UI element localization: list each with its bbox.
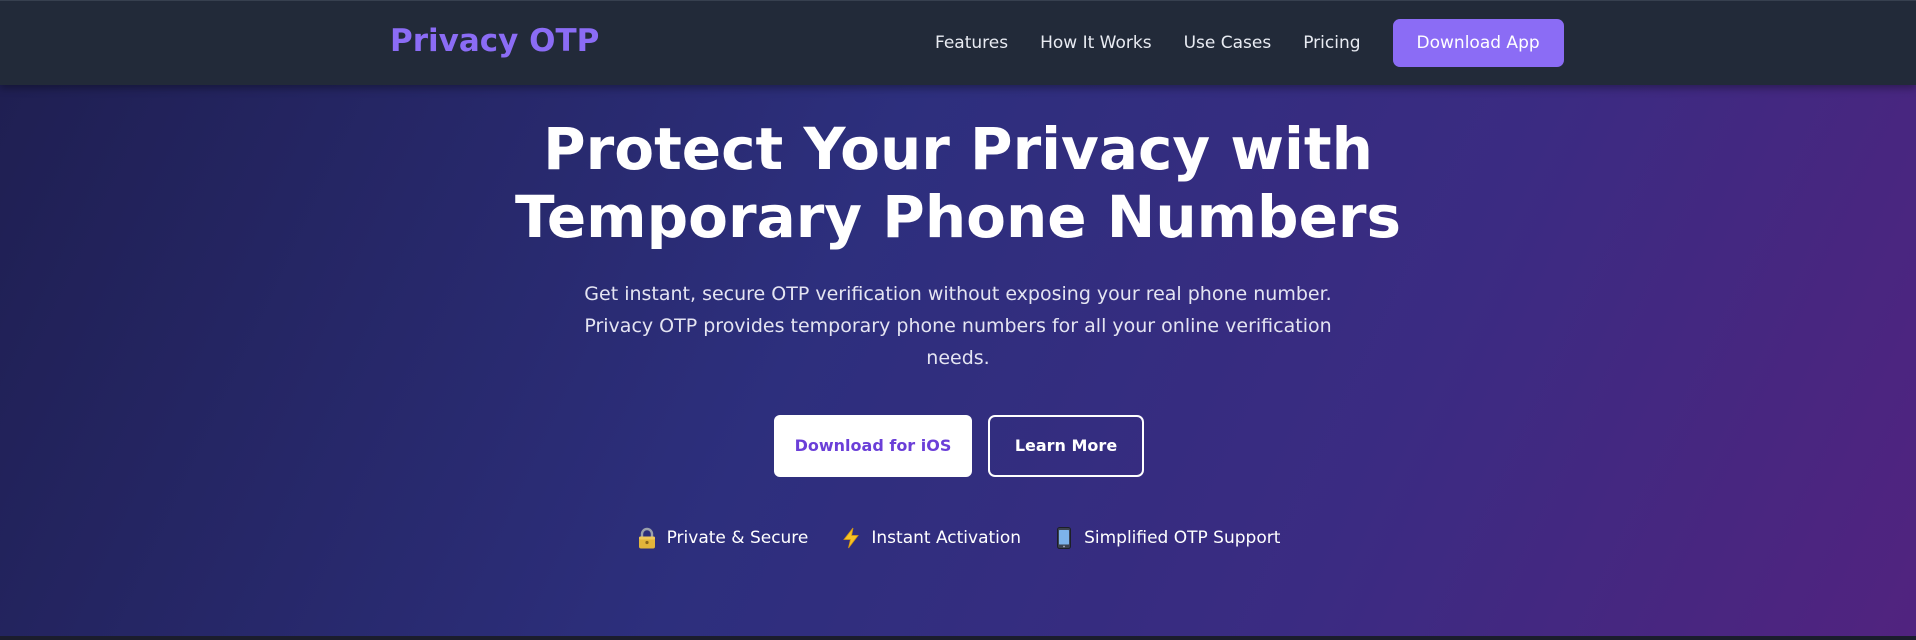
hero-title-line-1: Protect Your Privacy with: [543, 115, 1373, 183]
feature-highlights: Private & Secure Instant Activation Simp…: [0, 527, 1916, 549]
feature-label: Simplified OTP Support: [1084, 528, 1281, 548]
lock-icon: [636, 527, 658, 549]
brand-logo[interactable]: Privacy OTP: [390, 23, 599, 59]
hero-title-line-2: Temporary Phone Numbers: [514, 183, 1402, 251]
top-navbar: Privacy OTP Features How It Works Use Ca…: [0, 0, 1916, 85]
download-app-button[interactable]: Download App: [1392, 19, 1564, 67]
feature-label: Instant Activation: [871, 528, 1022, 548]
mobile-phone-icon: [1053, 527, 1075, 549]
hero-title: Protect Your Privacy with Temporary Phon…: [0, 115, 1916, 251]
nav-links: Features How It Works Use Cases Pricing …: [935, 19, 1564, 67]
nav-link-pricing[interactable]: Pricing: [1303, 33, 1360, 53]
hero-subtitle: Get instant, secure OTP verification wit…: [584, 283, 1332, 369]
feature-instant-activation: Instant Activation: [840, 527, 1021, 549]
nav-link-how-it-works[interactable]: How It Works: [1040, 33, 1151, 53]
download-ios-button[interactable]: Download for iOS: [774, 415, 972, 477]
hero-section: Protect Your Privacy with Temporary Phon…: [0, 85, 1916, 636]
lightning-icon: [840, 527, 862, 549]
feature-private-secure: Private & Secure: [636, 527, 809, 549]
learn-more-button[interactable]: Learn More: [988, 415, 1144, 477]
section-divider: [0, 636, 1916, 640]
nav-link-use-cases[interactable]: Use Cases: [1184, 33, 1272, 53]
nav-link-features[interactable]: Features: [935, 33, 1008, 53]
feature-label: Private & Secure: [666, 528, 809, 548]
feature-simplified-otp: Simplified OTP Support: [1053, 527, 1280, 549]
